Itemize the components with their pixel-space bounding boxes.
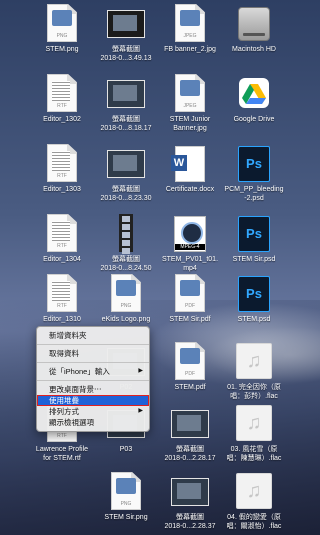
desktop-item-google-drive[interactable]: Google Drive <box>216 72 292 138</box>
photoshop-file-icon: Ps <box>238 146 270 182</box>
png-file-icon: PNG <box>111 472 141 510</box>
audio-file-icon: ♫ <box>236 343 272 379</box>
context-menu-item[interactable]: 排列方式 ▶ <box>37 406 149 417</box>
screenshot-thumbnail-icon <box>171 410 209 438</box>
menu-item-label: 顯示檢視選項 <box>49 418 94 427</box>
desktop-item-label: 01. 完全因你（原 唱：彭羚）.flac <box>227 384 281 400</box>
png-file-icon: PNG <box>111 274 141 312</box>
context-menu-item[interactable]: 更改桌面背景⋯ <box>37 384 149 395</box>
photoshop-file-icon: Ps <box>238 276 270 312</box>
rtf-file-icon: RTF <box>47 214 77 252</box>
menu-item-label: 更改桌面背景⋯ <box>49 385 102 394</box>
desktop-item-flac-01[interactable]: ♫ 01. 完全因你（原 唱：彭羚）.flac <box>216 340 292 406</box>
desktop[interactable]: PNG STEM.png 螢幕截圖 2018-0...3.49.13 JPEG FB b… <box>0 0 320 535</box>
png-file-icon: PNG <box>47 4 77 42</box>
audio-file-icon: ♫ <box>236 405 272 441</box>
menu-item-label: 新增資料夾 <box>49 331 87 340</box>
menu-item-label: 排列方式 <box>49 407 79 416</box>
screenshot-thumbnail-icon <box>107 150 145 178</box>
desktop-item-label: 03. 風花雪（原 唱：陳慧琳）.flac <box>226 446 282 462</box>
menu-separator <box>37 362 149 363</box>
menu-item-label: 取得資料 <box>49 349 79 358</box>
desktop-item-pcm-pp-bleeding[interactable]: Ps PCM_PP_bleeding -2.psd <box>216 142 292 208</box>
context-menu-item[interactable]: 取得資料 <box>37 348 149 359</box>
menu-item-label: 使用堆疊 <box>49 396 79 405</box>
menu-item-label: 從「iPhone」輸入 <box>49 367 110 376</box>
desktop-item-label: PCM_PP_bleeding -2.psd <box>224 186 284 202</box>
desktop-item-label: STEM Sir.psd <box>232 256 276 263</box>
submenu-arrow-icon: ▶ <box>138 368 143 374</box>
jpeg-file-icon: JPEG <box>175 74 205 112</box>
video-file-icon: MPEG-4 <box>174 216 206 252</box>
desktop-item-flac-04[interactable]: ♫ 04. 假的戀愛（原 唱：關淑怡）.flac <box>216 470 292 535</box>
submenu-arrow-icon: ▶ <box>138 408 143 414</box>
desktop-item-stem-sir-psd-1[interactable]: Ps STEM Sir.psd <box>216 212 292 278</box>
desktop-item-label: Google Drive <box>233 116 275 123</box>
rtf-file-icon: RTF <box>47 144 77 182</box>
jpeg-file-icon: JPEG <box>175 4 205 42</box>
desktop-item-stem-psd[interactable]: Ps STEM.psd <box>216 272 292 338</box>
rtf-file-icon: RTF <box>47 74 77 112</box>
context-menu-item[interactable]: 使用堆疊 <box>37 395 149 406</box>
word-document-icon: W <box>171 146 205 182</box>
desktop-item-label: 04. 假的戀愛（原 唱：關淑怡）.flac <box>226 514 282 530</box>
audio-file-icon: ♫ <box>236 473 272 509</box>
desktop-item-macintosh-hd[interactable]: Macintosh HD <box>216 2 292 68</box>
photoshop-file-icon: Ps <box>238 216 270 252</box>
desktop-item-flac-03[interactable]: ♫ 03. 風花雪（原 唱：陳慧琳）.flac <box>216 402 292 468</box>
screenshot-thumbnail-icon <box>171 478 209 506</box>
screenshot-thumbnail-icon <box>107 10 145 38</box>
pdf-file-icon: PDF <box>175 274 205 312</box>
desktop-context-menu: 新增資料夾取得資料從「iPhone」輸入 ▶ 更改桌面背景⋯ 使用堆疊排列方式 ▶ 顯示檢… <box>36 326 150 432</box>
google-drive-icon <box>239 78 269 108</box>
rtf-file-icon: RTF <box>47 274 77 312</box>
hard-drive-icon <box>238 7 270 41</box>
context-menu-item[interactable]: 從「iPhone」輸入 ▶ <box>37 366 149 377</box>
menu-separator <box>37 344 149 345</box>
desktop-item-label: STEM.psd <box>237 316 271 323</box>
screenshot-thumbnail-icon <box>107 80 145 108</box>
context-menu-item[interactable]: 顯示檢視選項 <box>37 417 149 428</box>
pdf-file-icon: PDF <box>175 342 205 380</box>
desktop-item-label: Macintosh HD <box>232 46 276 53</box>
context-menu-item[interactable]: 新增資料夾 <box>37 330 149 341</box>
screenshot-thumbnail-icon <box>119 214 133 254</box>
menu-separator <box>37 380 149 381</box>
